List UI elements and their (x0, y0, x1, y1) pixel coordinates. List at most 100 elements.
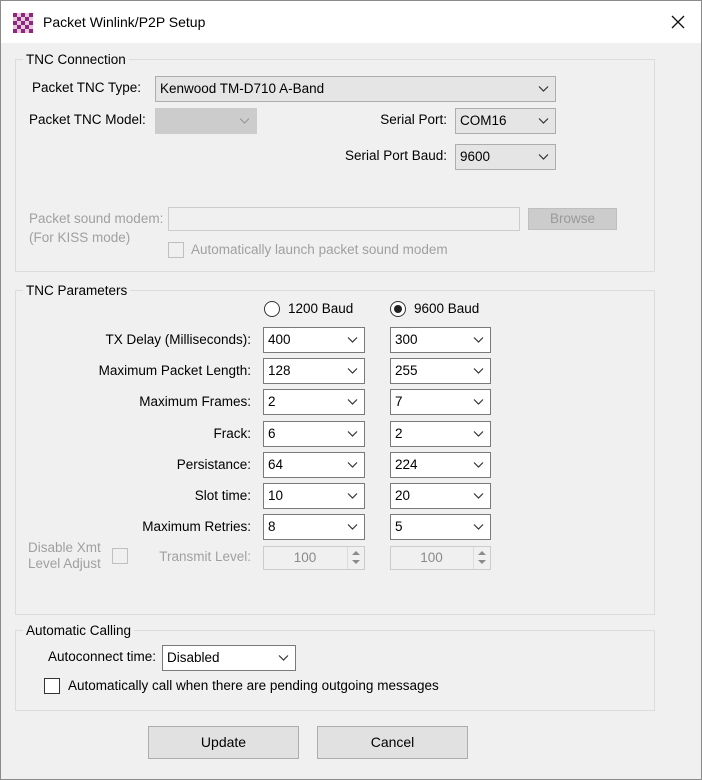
max-frames-1200-value: 2 (268, 394, 276, 409)
slot-time-9600-dropdown[interactable]: 20 (390, 483, 491, 509)
chevron-down-icon (473, 524, 484, 530)
disable-xmt-checkbox[interactable] (112, 548, 128, 564)
transmit-level-label: Transmit Level: (159, 549, 251, 564)
tx-delay-9600-dropdown[interactable]: 300 (390, 327, 491, 353)
tnc-model-label: Packet TNC Model: (29, 112, 146, 127)
chevron-down-icon (347, 493, 358, 499)
sound-modem-label: Packet sound modem: (29, 211, 164, 226)
serial-port-value: COM16 (460, 113, 507, 128)
radio-selected-dot (394, 305, 402, 313)
chevron-down-icon (347, 524, 358, 530)
sound-modem-path-input[interactable] (168, 207, 520, 231)
serial-port-dropdown[interactable]: COM16 (455, 108, 556, 134)
tx-delay-9600-value: 300 (395, 332, 418, 347)
auto-call-label: Automatically call when there are pendin… (68, 678, 439, 693)
arrow-down-icon (478, 560, 486, 564)
chevron-down-icon (347, 368, 358, 374)
chevron-down-icon (473, 368, 484, 374)
chevron-down-icon (473, 399, 484, 405)
stepper-buttons[interactable] (347, 547, 364, 569)
tx-delay-1200-value: 400 (268, 332, 291, 347)
checkerboard-app-icon (13, 13, 33, 33)
chevron-down-icon (347, 431, 358, 437)
max-retries-1200-dropdown[interactable]: 8 (263, 514, 365, 540)
max-frames-label: Maximum Frames: (139, 394, 251, 409)
cancel-button[interactable]: Cancel (317, 726, 468, 759)
arrow-up-icon (478, 551, 486, 555)
arrow-up-icon (352, 551, 360, 555)
chevron-down-icon (347, 337, 358, 343)
serial-baud-label: Serial Port Baud: (344, 148, 447, 163)
max-packet-length-label: Maximum Packet Length: (98, 363, 251, 378)
frack-1200-value: 6 (268, 426, 276, 441)
auto-call-checkbox[interactable] (44, 678, 60, 694)
persistance-label: Persistance: (176, 457, 251, 472)
persistance-9600-value: 224 (395, 457, 418, 472)
auto-launch-checkbox[interactable] (168, 242, 184, 258)
max-retries-9600-value: 5 (395, 519, 403, 534)
tnc-connection-legend: TNC Connection (23, 52, 129, 68)
transmit-level-9600-value: 100 (420, 550, 443, 565)
slot-time-9600-value: 20 (395, 488, 411, 503)
update-button[interactable]: Update (148, 726, 299, 759)
transmit-level-1200-value: 100 (293, 550, 317, 565)
baud-1200-label: 1200 Baud (288, 301, 354, 316)
title-bar: Packet Winlink/P2P Setup (1, 1, 701, 43)
automatic-calling-legend: Automatic Calling (23, 623, 135, 639)
autoconnect-dropdown[interactable]: Disabled (162, 645, 296, 671)
chevron-down-icon (347, 462, 358, 468)
frack-9600-value: 2 (395, 426, 403, 441)
max-packet-length-9600-dropdown[interactable]: 255 (390, 358, 491, 384)
max-retries-label: Maximum Retries: (142, 519, 251, 534)
stepper-buttons[interactable] (473, 547, 490, 569)
baud-1200-radio[interactable] (264, 301, 280, 317)
serial-port-label: Serial Port: (380, 112, 447, 127)
slot-time-label: Slot time: (194, 488, 251, 503)
persistance-9600-dropdown[interactable]: 224 (390, 452, 491, 478)
close-icon (671, 15, 685, 29)
slot-time-1200-dropdown[interactable]: 10 (263, 483, 365, 509)
tnc-model-dropdown[interactable] (155, 108, 257, 134)
tnc-type-value: Kenwood TM-D710 A-Band (160, 81, 325, 96)
chevron-down-icon (473, 493, 484, 499)
tnc-type-dropdown[interactable]: Kenwood TM-D710 A-Band (155, 76, 556, 102)
baud-9600-label: 9600 Baud (414, 301, 480, 316)
transmit-level-9600-stepper[interactable]: 100 (390, 546, 491, 570)
chevron-down-icon (538, 118, 549, 124)
max-packet-length-1200-dropdown[interactable]: 128 (263, 358, 365, 384)
max-frames-9600-dropdown[interactable]: 7 (390, 389, 491, 415)
chevron-down-icon (473, 337, 484, 343)
max-retries-9600-dropdown[interactable]: 5 (390, 514, 491, 540)
max-frames-1200-dropdown[interactable]: 2 (263, 389, 365, 415)
frack-label: Frack: (213, 426, 251, 441)
max-retries-1200-value: 8 (268, 519, 276, 534)
dialog-window: Packet Winlink/P2P Setup TNC Connection … (0, 0, 702, 780)
persistance-1200-dropdown[interactable]: 64 (263, 452, 365, 478)
frack-9600-dropdown[interactable]: 2 (390, 421, 491, 447)
chevron-down-icon (538, 86, 549, 92)
chevron-down-icon (347, 399, 358, 405)
kiss-mode-label: (For KISS mode) (29, 230, 131, 245)
chevron-down-icon (239, 118, 250, 124)
transmit-level-1200-stepper[interactable]: 100 (263, 546, 365, 570)
serial-baud-value: 9600 (460, 149, 491, 164)
auto-launch-label: Automatically launch packet sound modem (191, 242, 448, 257)
chevron-down-icon (473, 431, 484, 437)
chevron-down-icon (278, 655, 289, 661)
persistance-1200-value: 64 (268, 457, 284, 472)
close-button[interactable] (655, 1, 701, 43)
max-packet-length-9600-value: 255 (395, 363, 418, 378)
serial-baud-dropdown[interactable]: 9600 (455, 144, 556, 170)
slot-time-1200-value: 10 (268, 488, 284, 503)
frack-1200-dropdown[interactable]: 6 (263, 421, 365, 447)
max-packet-length-1200-value: 128 (268, 363, 291, 378)
autoconnect-value: Disabled (167, 650, 220, 665)
tx-delay-1200-dropdown[interactable]: 400 (263, 327, 365, 353)
arrow-down-icon (352, 560, 360, 564)
tnc-parameters-legend: TNC Parameters (23, 283, 131, 299)
browse-button[interactable]: Browse (528, 208, 617, 230)
window-title: Packet Winlink/P2P Setup (43, 14, 206, 30)
chevron-down-icon (473, 462, 484, 468)
baud-9600-radio[interactable] (390, 301, 406, 317)
tnc-type-label: Packet TNC Type: (32, 80, 142, 95)
